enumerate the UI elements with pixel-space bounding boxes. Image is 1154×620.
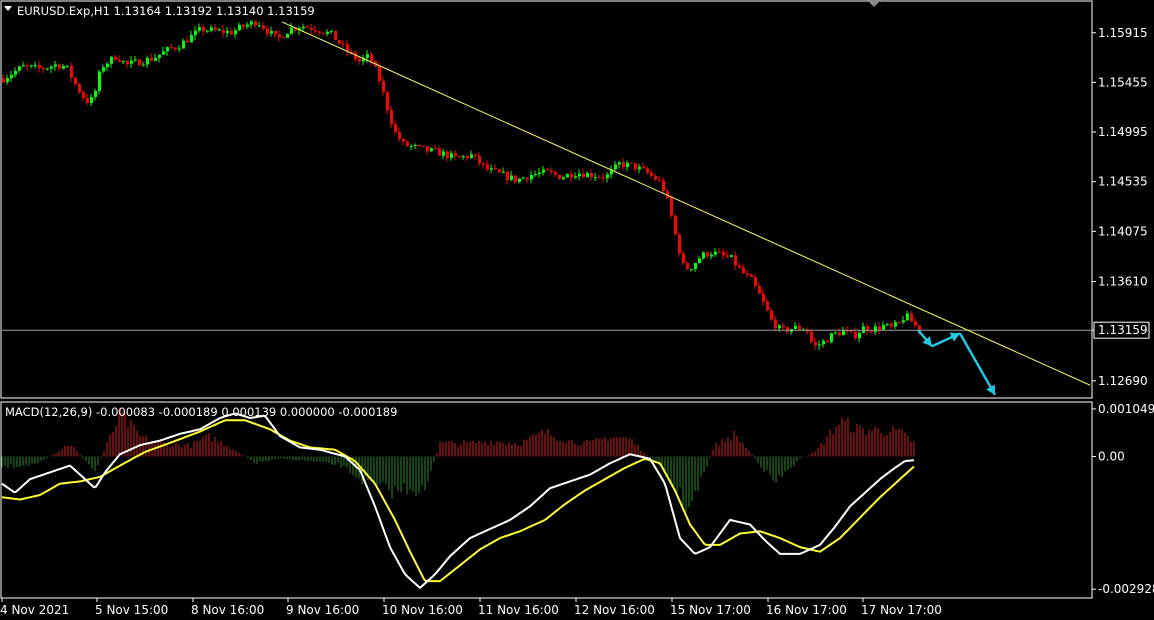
candle: [830, 332, 833, 344]
time-tick-label: 12 Nov 16:00: [574, 603, 655, 617]
time-tick-label: 17 Nov 17:00: [861, 603, 942, 617]
last-price-label: 1.13159: [1098, 323, 1148, 337]
candle: [566, 173, 569, 178]
price-tick-label: 1.14995: [1098, 125, 1148, 139]
macd-tick-label: -0.002928: [1098, 582, 1154, 596]
candle: [674, 214, 677, 236]
candle: [334, 30, 337, 41]
time-tick-label: 10 Nov 16:00: [382, 603, 463, 617]
macd-header: MACD(12,26,9) -0.000083 -0.000189 0.0001…: [5, 405, 397, 419]
chart-background: [0, 0, 1154, 620]
time-tick-label: 11 Nov 16:00: [478, 603, 559, 617]
price-tick-label: 1.12690: [1098, 374, 1148, 388]
time-tick-label: 9 Nov 16:00: [286, 603, 359, 617]
candle: [558, 174, 561, 180]
chart-window[interactable]: 1.15915 1.15455 1.14995 1.14535 1.14075 1.136…: [0, 0, 1154, 620]
time-tick-label: 5 Nov 15:00: [95, 603, 168, 617]
price-tick-label: 1.14535: [1098, 175, 1148, 189]
macd-tick-label: 0.001049: [1098, 402, 1154, 416]
candle: [670, 195, 673, 219]
candle: [678, 232, 681, 257]
time-tick-label: 8 Nov 16:00: [191, 603, 264, 617]
price-tick-label: 1.14075: [1098, 224, 1148, 238]
price-tick-label: 1.15915: [1098, 26, 1148, 40]
candle: [98, 69, 101, 95]
candle: [286, 33, 289, 38]
time-tick-label: 16 Nov 17:00: [766, 603, 847, 617]
price-tick-label: 1.13610: [1098, 275, 1148, 289]
symbol-header: EURUSD.Exp,H1 1.13164 1.13192 1.13140 1.…: [17, 4, 315, 18]
price-tick-label: 1.15455: [1098, 75, 1148, 89]
time-tick-label: 15 Nov 17:00: [670, 603, 751, 617]
time-tick-label: 4 Nov 2021: [0, 603, 69, 617]
macd-tick-label: 0.00: [1098, 449, 1125, 463]
